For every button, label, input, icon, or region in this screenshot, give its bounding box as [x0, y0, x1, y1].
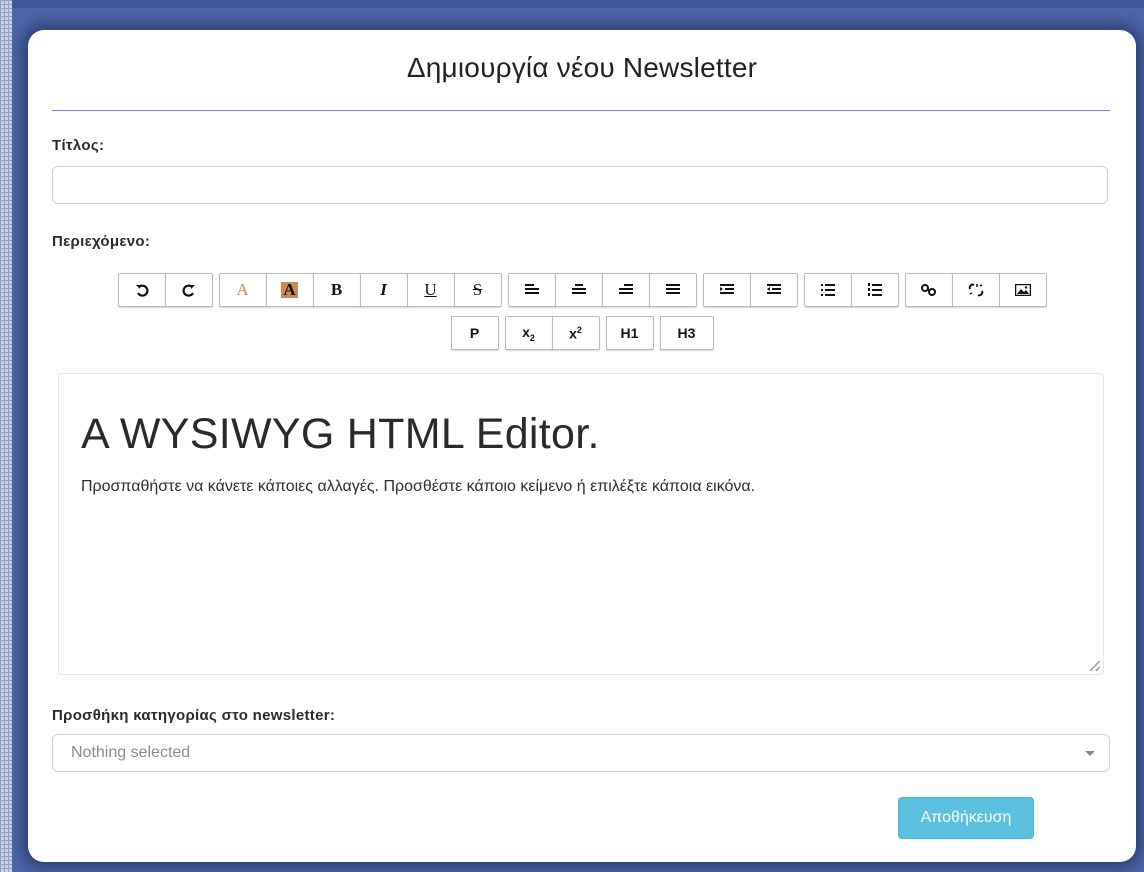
forecolor-button[interactable]: A [218, 273, 267, 307]
redo-icon [182, 284, 195, 297]
script-group: x2 x2 [504, 316, 600, 350]
justify-button[interactable] [648, 273, 697, 307]
editor-paragraph[interactable]: Προσπαθήστε να κάνετε κάποιες αλλαγές. Π… [81, 478, 755, 496]
backdrop-band [12, 0, 1144, 8]
align-center-button[interactable] [554, 273, 603, 307]
link-button[interactable] [904, 273, 953, 307]
italic-icon: I [380, 280, 387, 299]
align-center-icon [571, 284, 586, 294]
title-input[interactable] [52, 166, 1108, 204]
format-group: A A B I U S [218, 273, 502, 307]
undo-button[interactable] [117, 273, 166, 307]
editor-toolbar: A A B I U S [28, 273, 1136, 307]
h1-button[interactable]: H1 [605, 316, 654, 350]
editor-heading[interactable]: A WYSIWYG HTML Editor. [81, 410, 600, 459]
indent-button[interactable] [702, 273, 751, 307]
newsletter-modal: Δημιουργία νέου Newsletter Τίτλος: Περιε… [28, 30, 1136, 862]
unlink-button[interactable] [951, 273, 1000, 307]
forecolor-icon: A [236, 280, 249, 299]
h3-icon: H3 [677, 325, 696, 341]
bullet-list-icon [820, 284, 835, 296]
numbered-list-button[interactable] [850, 273, 899, 307]
align-left-icon [524, 284, 539, 294]
superscript-icon: x2 [569, 324, 582, 342]
category-select[interactable]: Nothing selected [52, 734, 1110, 772]
numbered-list-icon [867, 283, 882, 296]
align-group [507, 273, 697, 307]
title-label: Τίτλος: [52, 137, 105, 154]
unlink-icon [968, 283, 983, 297]
category-label: Προσθήκη κατηγορίας στο newsletter: [52, 707, 336, 724]
strikethrough-button[interactable]: S [453, 273, 502, 307]
wysiwyg-editor[interactable]: A WYSIWYG HTML Editor. Προσπαθήστε να κά… [58, 373, 1104, 675]
underline-icon: U [424, 280, 437, 299]
paragraph-icon: P [469, 325, 480, 341]
editor-toolbar-row-2: P x2 x2 H1 H3 [28, 316, 1136, 350]
backdrop-pattern [0, 0, 12, 872]
history-group [117, 273, 213, 307]
heading-group-3: H3 [659, 316, 714, 350]
bold-button[interactable]: B [312, 273, 361, 307]
subscript-button[interactable]: x2 [504, 316, 553, 350]
chevron-down-icon [1085, 751, 1095, 756]
indent-icon [719, 284, 734, 294]
outdent-icon [766, 284, 781, 294]
strikethrough-icon: S [472, 280, 483, 299]
bold-icon: B [330, 280, 343, 299]
bullet-list-button[interactable] [803, 273, 852, 307]
image-icon [1014, 284, 1031, 296]
subscript-icon: x2 [522, 323, 535, 343]
underline-button[interactable]: U [406, 273, 455, 307]
title-divider [52, 110, 1110, 111]
italic-button[interactable]: I [359, 273, 408, 307]
justify-icon [665, 284, 680, 294]
image-button[interactable] [998, 273, 1047, 307]
undo-icon [135, 284, 148, 297]
paragraph-group: P [450, 316, 499, 350]
resize-grip-icon[interactable] [1090, 661, 1100, 671]
align-left-button[interactable] [507, 273, 556, 307]
paragraph-button[interactable]: P [450, 316, 499, 350]
redo-button[interactable] [164, 273, 213, 307]
h1-icon: H1 [620, 325, 639, 341]
list-group [803, 273, 899, 307]
backcolor-button[interactable]: A [265, 273, 314, 307]
backcolor-icon: A [281, 280, 298, 299]
indent-group [702, 273, 798, 307]
category-select-value: Nothing selected [71, 744, 191, 761]
outdent-button[interactable] [749, 273, 798, 307]
superscript-button[interactable]: x2 [551, 316, 600, 350]
h3-button[interactable]: H3 [659, 316, 714, 350]
insert-group [904, 273, 1047, 307]
save-button[interactable]: Αποθήκευση [898, 797, 1034, 839]
link-icon [920, 284, 936, 296]
modal-title: Δημιουργία νέου Newsletter [406, 52, 758, 83]
align-right-button[interactable] [601, 273, 650, 307]
content-label: Περιεχόμενο: [52, 233, 151, 250]
heading-group-1: H1 [605, 316, 654, 350]
align-right-icon [618, 284, 633, 294]
